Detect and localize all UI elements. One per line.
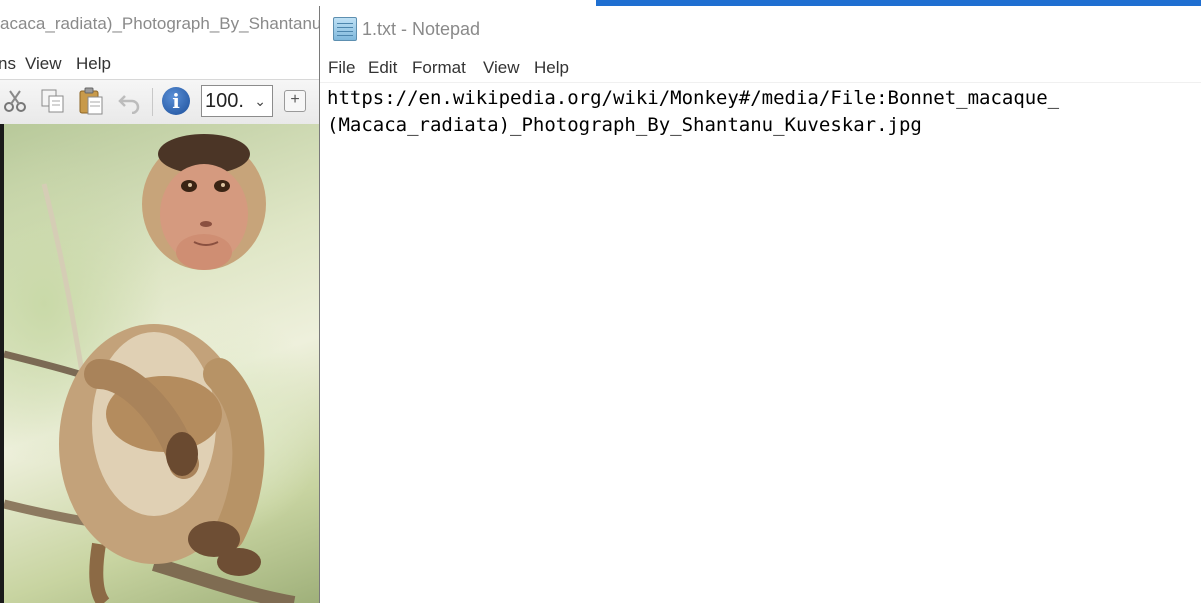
text-line: (Macaca_radiata)_Photograph_By_Shantanu_… [327, 114, 922, 136]
zoom-level-value: 100. [205, 90, 244, 112]
viewer-menu-view[interactable]: View [25, 54, 62, 74]
notepad-title-bar[interactable]: 1.txt - Notepad [320, 6, 1201, 54]
undo-icon[interactable] [115, 86, 145, 116]
info-button-label: i [162, 87, 190, 115]
viewer-toolbar: i 100. ⌄ + [0, 79, 320, 125]
chevron-down-icon: ⌄ [254, 93, 266, 109]
copy-icon[interactable] [38, 86, 68, 116]
viewer-menu-bar: ns View Help [0, 52, 320, 78]
viewer-menu-options[interactable]: ns [0, 54, 16, 74]
viewer-menu-help[interactable]: Help [76, 54, 111, 74]
notepad-window-title: 1.txt - Notepad [362, 19, 481, 39]
menu-edit[interactable]: Edit [368, 58, 397, 78]
menu-view[interactable]: View [483, 58, 520, 78]
notepad-icon [333, 17, 357, 41]
zoom-in-icon[interactable]: + [284, 90, 306, 112]
info-icon[interactable]: i [161, 86, 191, 116]
notepad-menu-bar: File Edit Format View Help [320, 55, 1201, 81]
notepad-window: 1.txt - Notepad File Edit Format View He… [319, 6, 1201, 604]
menu-file[interactable]: File [328, 58, 355, 78]
text-line: https://en.wikipedia.org/wiki/Monkey#/me… [327, 87, 1060, 109]
zoom-level-select[interactable]: 100. ⌄ [201, 85, 273, 117]
viewer-window-title: acaca_radiata)_Photograph_By_Shantanu_ [0, 14, 320, 33]
image-viewer-window: acaca_radiata)_Photograph_By_Shantanu_ n… [0, 0, 320, 603]
scissors-icon[interactable] [0, 86, 30, 116]
paste-icon[interactable] [76, 86, 106, 116]
menu-help[interactable]: Help [534, 58, 569, 78]
notepad-content: https://en.wikipedia.org/wiki/Monkey#/me… [327, 85, 1059, 139]
notepad-text-area[interactable]: https://en.wikipedia.org/wiki/Monkey#/me… [320, 82, 1201, 604]
menu-format[interactable]: Format [412, 58, 466, 78]
monkey-photo [4, 124, 320, 603]
